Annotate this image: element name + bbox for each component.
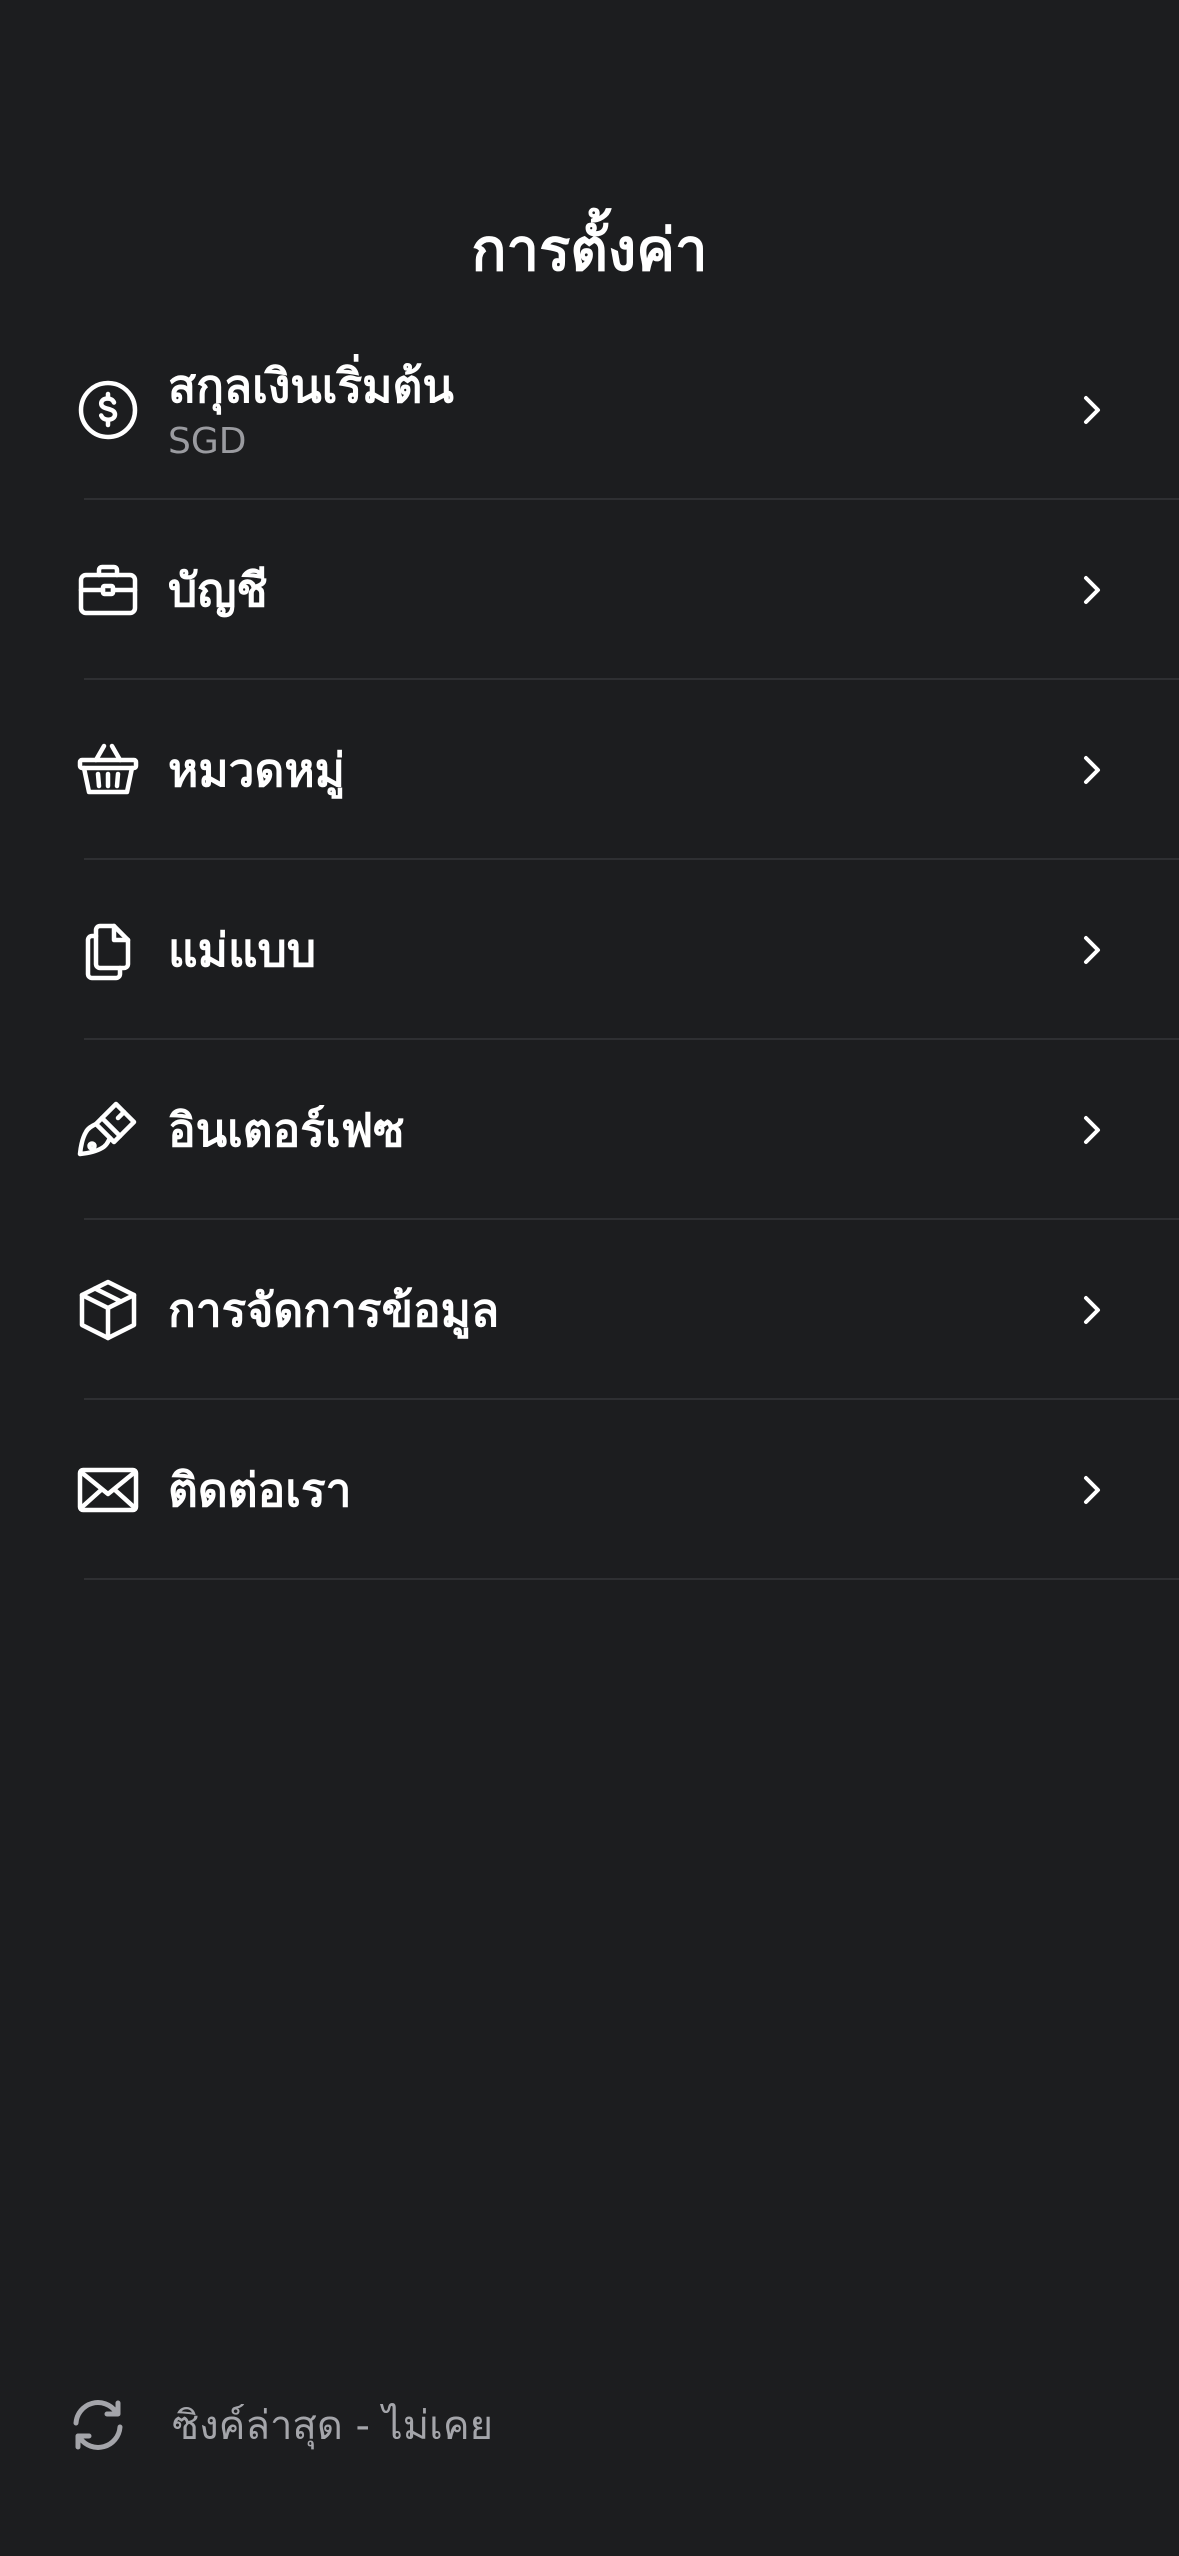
chevron-right-icon (1073, 392, 1109, 428)
briefcase-icon (76, 558, 140, 622)
paintbrush-icon (76, 1098, 140, 1162)
settings-item-label: การจัดการข้อมูล (168, 1283, 500, 1337)
sync-icon (66, 2393, 130, 2457)
settings-item-contact-us[interactable]: ติดต่อเรา (0, 1400, 1179, 1580)
divider (84, 1578, 1179, 1580)
settings-item-label: บัญชี (168, 563, 268, 617)
settings-item-accounts[interactable]: บัญชี (0, 500, 1179, 680)
basket-icon (76, 738, 140, 802)
settings-item-label: แม่แบบ (168, 923, 317, 977)
last-sync-text: ซิงค์ล่าสุด - ไม่เคย (172, 2403, 494, 2449)
documents-icon (76, 918, 140, 982)
chevron-right-icon (1073, 1472, 1109, 1508)
chevron-right-icon (1073, 752, 1109, 788)
sync-status[interactable]: ซิงค์ล่าสุด - ไม่เคย (66, 2390, 493, 2460)
chevron-right-icon (1073, 1112, 1109, 1148)
chevron-right-icon (1073, 572, 1109, 608)
dollar-circle-icon (76, 378, 140, 442)
settings-item-interface[interactable]: อินเตอร์เฟซ (0, 1040, 1179, 1220)
settings-item-label: หมวดหมู่ (168, 743, 345, 797)
settings-item-label: สกุลเงินเริ่มต้น (168, 359, 454, 413)
settings-list: สกุลเงินเริ่มต้น SGD บัญชี หมวดหมู่ แม่แ… (0, 320, 1179, 1580)
chevron-right-icon (1073, 932, 1109, 968)
mail-icon (76, 1458, 140, 1522)
chevron-right-icon (1073, 1292, 1109, 1328)
settings-item-label: อินเตอร์เฟซ (168, 1103, 405, 1157)
currency-value: SGD (168, 421, 247, 462)
settings-item-data-management[interactable]: การจัดการข้อมูล (0, 1220, 1179, 1400)
settings-item-label: ติดต่อเรา (168, 1463, 352, 1517)
settings-item-default-currency[interactable]: สกุลเงินเริ่มต้น SGD (0, 320, 1179, 500)
settings-item-templates[interactable]: แม่แบบ (0, 860, 1179, 1040)
page-title: การตั้งค่า (471, 216, 708, 284)
box-icon (76, 1278, 140, 1342)
settings-item-categories[interactable]: หมวดหมู่ (0, 680, 1179, 860)
